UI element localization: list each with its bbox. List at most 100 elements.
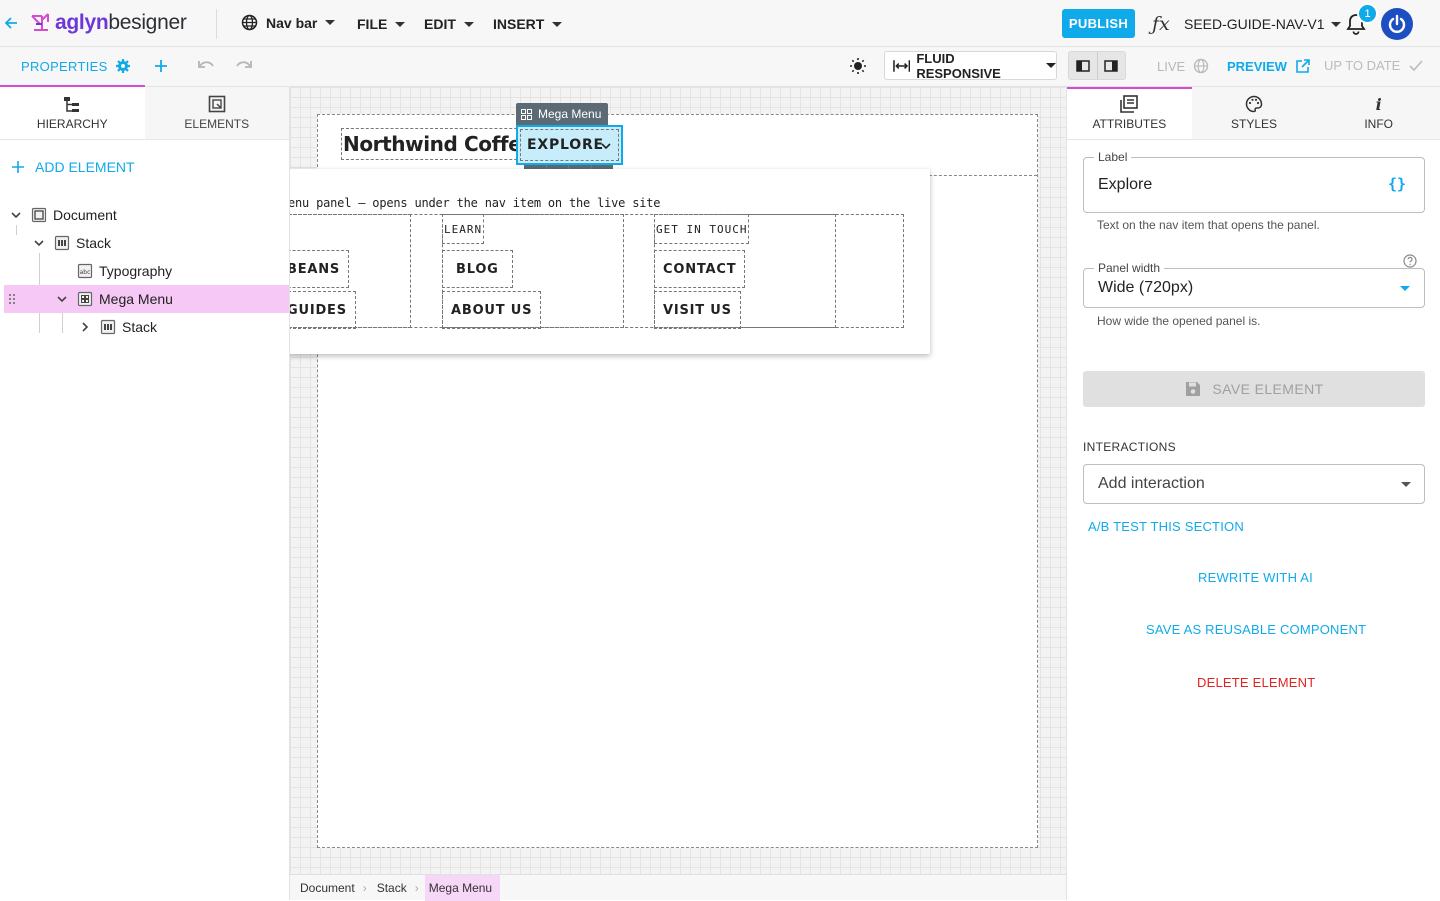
chevron-down-icon[interactable] — [10, 209, 22, 221]
back-arrow-icon[interactable] — [4, 14, 20, 32]
breadcrumb-label: Document — [300, 880, 355, 895]
label-field-legend: Label — [1094, 150, 1132, 164]
responsive-mode-select[interactable]: FLUID RESPONSIVE — [884, 51, 1057, 81]
menu-column-2[interactable]: LEARN BLOG ABOUT US — [442, 214, 624, 329]
editor-toolbar: PROPERTIES FLUID RESPONSIVE LIVE PREVIEW… — [0, 47, 1440, 87]
right-panel-tabs: ATTRIBUTES STYLES i INFO — [1067, 87, 1440, 140]
bind-variable-icon[interactable]: {} — [1388, 175, 1406, 193]
chevron-down-icon[interactable] — [33, 237, 45, 249]
tree-item-stack-child[interactable]: Stack — [0, 313, 289, 341]
properties-tab[interactable]: PROPERTIES — [21, 58, 131, 74]
label-field-value[interactable]: Explore — [1098, 176, 1152, 194]
tab-info[interactable]: i INFO — [1316, 87, 1440, 139]
label-field-helper: Text on the nav item that opens the pane… — [1097, 218, 1320, 232]
interactions-heading: INTERACTIONS — [1083, 440, 1176, 454]
tree-item-typography[interactable]: abc Typography — [0, 257, 289, 285]
breadcrumb-item-current[interactable]: Mega Menu — [424, 874, 501, 901]
logo-mark-icon — [31, 13, 49, 31]
preview-link[interactable]: PREVIEW — [1227, 58, 1311, 74]
left-panel-toggle[interactable] — [1069, 52, 1098, 79]
add-interaction-placeholder: Add interaction — [1098, 475, 1205, 492]
left-panel-tabs: HIERARCHY ELEMENTS — [0, 87, 289, 140]
menu-link-guides[interactable]: GUIDES — [290, 291, 356, 329]
brightness-icon[interactable] — [849, 57, 867, 75]
menu-link-beans[interactable]: BEANS — [290, 250, 350, 288]
chevron-right-icon[interactable] — [79, 321, 91, 333]
add-element-label: ADD ELEMENT — [35, 159, 135, 175]
menu-link-contact[interactable]: CONTACT — [654, 250, 746, 288]
column-heading[interactable]: GET IN TOUCH — [654, 214, 750, 244]
breadcrumb-item[interactable]: Document — [296, 875, 363, 901]
tab-info-label: INFO — [1364, 117, 1394, 131]
column-heading[interactable]: LEARN — [442, 214, 485, 244]
redo-icon[interactable] — [234, 57, 254, 75]
design-canvas[interactable]: Northwind Coffee Mega Menu EXPLORE enu p… — [290, 87, 1066, 874]
undo-icon[interactable] — [196, 57, 216, 75]
nav-row[interactable]: Northwind Coffee Mega Menu EXPLORE — [318, 103, 1037, 176]
menu-link-blog[interactable]: BLOG — [442, 250, 513, 288]
publish-button[interactable]: PUBLISH — [1062, 9, 1135, 38]
svg-text:abc: abc — [80, 269, 91, 276]
menu-column-3[interactable]: GET IN TOUCH CONTACT VISIT US — [654, 214, 836, 329]
breadcrumb-item[interactable]: Stack — [373, 875, 415, 901]
tab-elements[interactable]: ELEMENTS — [144, 87, 289, 139]
live-link[interactable]: LIVE — [1157, 58, 1209, 74]
right-panel-toggle[interactable] — [1098, 52, 1126, 79]
menu-insert-label: INSERT — [493, 16, 545, 32]
drag-handle-icon[interactable] — [8, 293, 16, 305]
menu-edit[interactable]: EDIT — [424, 16, 474, 32]
menu-insert[interactable]: INSERT — [493, 16, 563, 32]
save-reusable-component-button[interactable]: SAVE AS REUSABLE COMPONENT — [1146, 622, 1366, 637]
hierarchy-icon — [64, 96, 80, 112]
menu-column-1[interactable]: BEANS GUIDES — [290, 214, 411, 329]
brand-typography[interactable]: Northwind Coffee — [341, 128, 537, 160]
menu-link-about[interactable]: ABOUT US — [442, 291, 542, 329]
publish-status-label: UP TO DATE — [1324, 58, 1401, 73]
element-type-label: Mega Menu — [516, 103, 609, 125]
page-selector[interactable]: Nav bar — [241, 14, 336, 31]
account-avatar[interactable] — [1381, 8, 1413, 40]
explore-nav-item[interactable]: EXPLORE — [516, 125, 623, 165]
ab-test-button[interactable]: A/B TEST THIS SECTION — [1088, 519, 1244, 534]
right-panel: ATTRIBUTES STYLES i INFO Label Explore {… — [1066, 87, 1440, 900]
save-element-button[interactable]: SAVE ELEMENT — [1083, 371, 1425, 407]
tree-item-mega-menu[interactable]: Mega Menu — [4, 285, 289, 313]
info-icon: i — [1375, 95, 1382, 114]
delete-element-button[interactable]: DELETE ELEMENT — [1197, 675, 1315, 690]
add-element-button[interactable]: ADD ELEMENT — [11, 159, 135, 175]
mega-menu-panel[interactable]: enu panel — opens under the nav item on … — [290, 169, 930, 354]
columns-stack[interactable]: BEANS GUIDES LEARN BLOG ABOUT US GET IN … — [290, 214, 904, 329]
add-icon[interactable] — [152, 57, 170, 75]
add-interaction-select[interactable]: Add interaction — [1083, 464, 1425, 504]
label-field[interactable]: Label Explore {} — [1083, 150, 1425, 213]
power-icon — [1388, 14, 1406, 33]
chevron-down-icon — [325, 20, 336, 25]
breadcrumb: Document › Stack › Mega Menu — [290, 874, 1066, 901]
panel-layout-toggle[interactable] — [1068, 51, 1126, 80]
menu-link-visit[interactable]: VISIT US — [654, 291, 741, 329]
mega-menu-icon — [521, 108, 532, 120]
tab-styles[interactable]: STYLES — [1191, 87, 1317, 139]
properties-label: PROPERTIES — [21, 58, 108, 74]
element-type-name: Mega Menu — [538, 107, 602, 121]
chevron-down-icon — [552, 21, 563, 27]
tree-item-stack[interactable]: Stack — [0, 229, 289, 257]
palette-icon — [1245, 95, 1263, 113]
breadcrumb-label: Stack — [376, 880, 407, 895]
chevron-down-icon — [1401, 482, 1411, 487]
help-icon[interactable] — [1403, 254, 1417, 268]
tree-item-label: Document — [53, 207, 117, 223]
chevron-down-icon[interactable] — [56, 293, 68, 305]
rewrite-with-ai-button[interactable]: REWRITE WITH AI — [1198, 570, 1313, 585]
project-selector[interactable]: SEED-GUIDE-NAV-V1 — [1184, 16, 1341, 32]
notification-badge: 1 — [1357, 3, 1378, 24]
menu-file[interactable]: FILE — [357, 16, 406, 32]
tab-hierarchy[interactable]: HIERARCHY — [0, 87, 145, 139]
panel-width-helper: How wide the opened panel is. — [1097, 314, 1261, 328]
function-icon[interactable]: ƒx — [1152, 13, 1170, 35]
page-selector-label: Nav bar — [266, 14, 318, 31]
tab-attributes[interactable]: ATTRIBUTES — [1067, 87, 1192, 139]
panel-width-select[interactable]: Panel width Wide (720px) — [1083, 261, 1425, 308]
tree-item-document[interactable]: Document — [0, 201, 289, 229]
breadcrumb-separator: › — [414, 880, 419, 895]
